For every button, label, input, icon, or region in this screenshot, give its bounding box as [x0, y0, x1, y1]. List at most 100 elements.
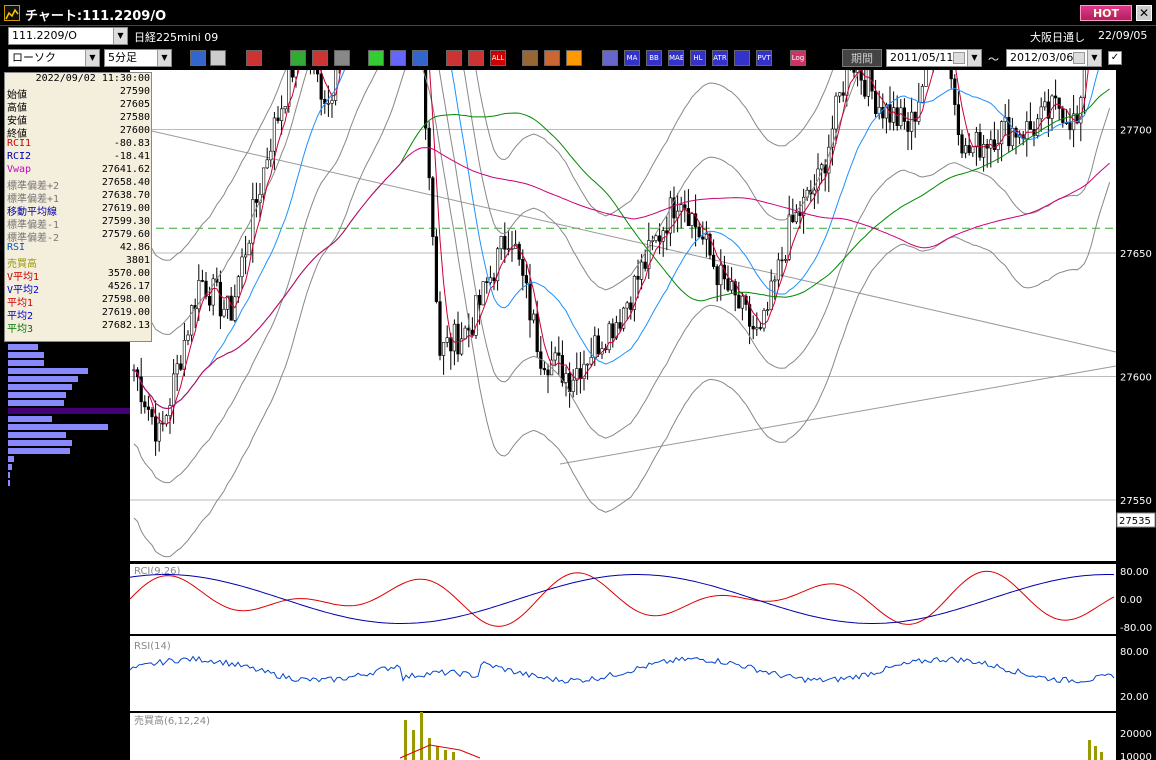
pvt-button[interactable]: PVT: [756, 50, 772, 66]
info-datetime-row: 2022/09/02 11:30:00: [5, 73, 153, 86]
info-value: 27580: [119, 112, 150, 123]
candle-body: [481, 281, 485, 306]
info-row: 終値 27600: [5, 125, 153, 140]
rsi-panel: [130, 636, 1116, 711]
date-label: 22/09/05: [1098, 29, 1148, 42]
interval-value: 5分足: [108, 51, 137, 64]
split-button[interactable]: [210, 50, 226, 66]
buy-sell-button[interactable]: [246, 50, 262, 66]
candle-body: [960, 134, 964, 154]
candle-body: [431, 177, 435, 237]
candle-body: [485, 281, 489, 283]
candle-body: [254, 199, 259, 203]
info-value: -80.83: [113, 138, 150, 149]
info-value: 27590: [119, 86, 150, 97]
candle-body: [819, 164, 824, 170]
calendar-icon[interactable]: [953, 52, 965, 64]
chart-area[interactable]: 2785027800277502770027650276002755027535…: [0, 70, 1156, 760]
all-button[interactable]: ALL: [490, 50, 506, 66]
bb-button[interactable]: BB: [646, 50, 662, 66]
candle-body: [276, 117, 280, 121]
chevron-down-icon[interactable]: ▼: [1087, 50, 1101, 66]
span2-button[interactable]: [468, 50, 484, 66]
candle-body: [704, 233, 708, 240]
memo-button[interactable]: [334, 50, 350, 66]
from-date-field[interactable]: 2011/05/11 ▼: [886, 49, 982, 67]
hot-button[interactable]: HOT: [1080, 5, 1132, 21]
candle-body: [618, 322, 622, 329]
candle-body: [172, 373, 176, 406]
info-label: Vwap: [7, 164, 32, 175]
info-panel: 2022/09/02 11:30:00 始値 27590 高値 27605 安値 2758…: [4, 72, 152, 342]
config-button[interactable]: [522, 50, 538, 66]
info-value: 27641.62: [101, 164, 150, 175]
candle-body: [445, 337, 449, 343]
pencil-button[interactable]: [368, 50, 384, 66]
mae-button[interactable]: MAE: [668, 50, 684, 66]
info-row: 標準偏差-1 27599.30: [5, 216, 153, 231]
candle-body: [783, 258, 788, 261]
ichimoku-button[interactable]: [602, 50, 618, 66]
candle-body: [175, 363, 179, 375]
candle-body: [611, 323, 615, 339]
chart-type-select[interactable]: ローソク ▼: [8, 49, 100, 67]
candle-body: [236, 276, 241, 298]
info-row: V平均1 3570.00: [5, 268, 153, 283]
candle-body: [852, 70, 856, 73]
candle-body: [179, 363, 183, 370]
candle-body: [154, 416, 158, 442]
candle-body: [769, 280, 773, 311]
info-value: 27579.60: [101, 229, 150, 240]
profile-bar: [8, 368, 88, 374]
rci-tick-label: -80.00: [1120, 623, 1152, 634]
span-button[interactable]: [446, 50, 462, 66]
table-button[interactable]: [290, 50, 306, 66]
candle-body: [150, 409, 154, 418]
log-button[interactable]: Log: [790, 50, 806, 66]
ma-button[interactable]: MA: [624, 50, 640, 66]
chevron-down-icon[interactable]: ▼: [967, 50, 981, 66]
wrench-button[interactable]: [544, 50, 560, 66]
pp-button[interactable]: [734, 50, 750, 66]
rci-tick-label: 0.00: [1120, 595, 1142, 606]
chevron-down-icon[interactable]: ▼: [85, 50, 99, 66]
candle-body: [585, 363, 590, 366]
candle-body: [1057, 97, 1061, 109]
candle-body: [895, 107, 899, 126]
symbol-select[interactable]: 111.2209/O ▼: [8, 27, 128, 45]
candle-body: [571, 379, 575, 392]
zoom-button[interactable]: [190, 50, 206, 66]
chart-window: チャート:111.2209/O HOT ✕ 111.2209/O ▼ 日経225…: [0, 0, 1156, 760]
info-row: 移動平均線 27619.00: [5, 203, 153, 218]
cursor-button[interactable]: [390, 50, 406, 66]
hl-button[interactable]: HL: [690, 50, 706, 66]
to-date-field[interactable]: 2012/03/06 ▼: [1006, 49, 1102, 67]
profile-bar: [8, 360, 44, 366]
profile-bar: [8, 432, 66, 438]
date-range-checkbox[interactable]: ✓: [1108, 51, 1122, 65]
undo-button[interactable]: [412, 50, 428, 66]
volume-bar: [1094, 746, 1097, 760]
candle-body: [679, 204, 683, 212]
candle-body: [567, 373, 572, 392]
profile-bar: [8, 376, 78, 382]
volume-bar: [436, 746, 439, 760]
candle-body: [330, 100, 334, 104]
close-button[interactable]: ✕: [1136, 5, 1152, 21]
interval-select[interactable]: 5分足 ▼: [104, 49, 172, 67]
candle-body: [315, 70, 320, 75]
candle-body: [1043, 101, 1047, 108]
candle-body: [953, 78, 957, 105]
signal-button[interactable]: [312, 50, 328, 66]
calendar-icon[interactable]: [1073, 52, 1085, 64]
atr-button[interactable]: ATR: [712, 50, 728, 66]
period-button[interactable]: 期間: [842, 49, 882, 67]
candle-body: [1061, 108, 1065, 123]
candle-body: [1028, 121, 1032, 130]
volume-label: 売買高(6,12,24): [134, 714, 210, 727]
price-tick-label: 27700: [1120, 126, 1152, 137]
chevron-down-icon[interactable]: ▼: [113, 28, 127, 44]
chevron-down-icon[interactable]: ▼: [157, 50, 171, 66]
palette-button[interactable]: [566, 50, 582, 66]
candle-body: [665, 230, 669, 234]
